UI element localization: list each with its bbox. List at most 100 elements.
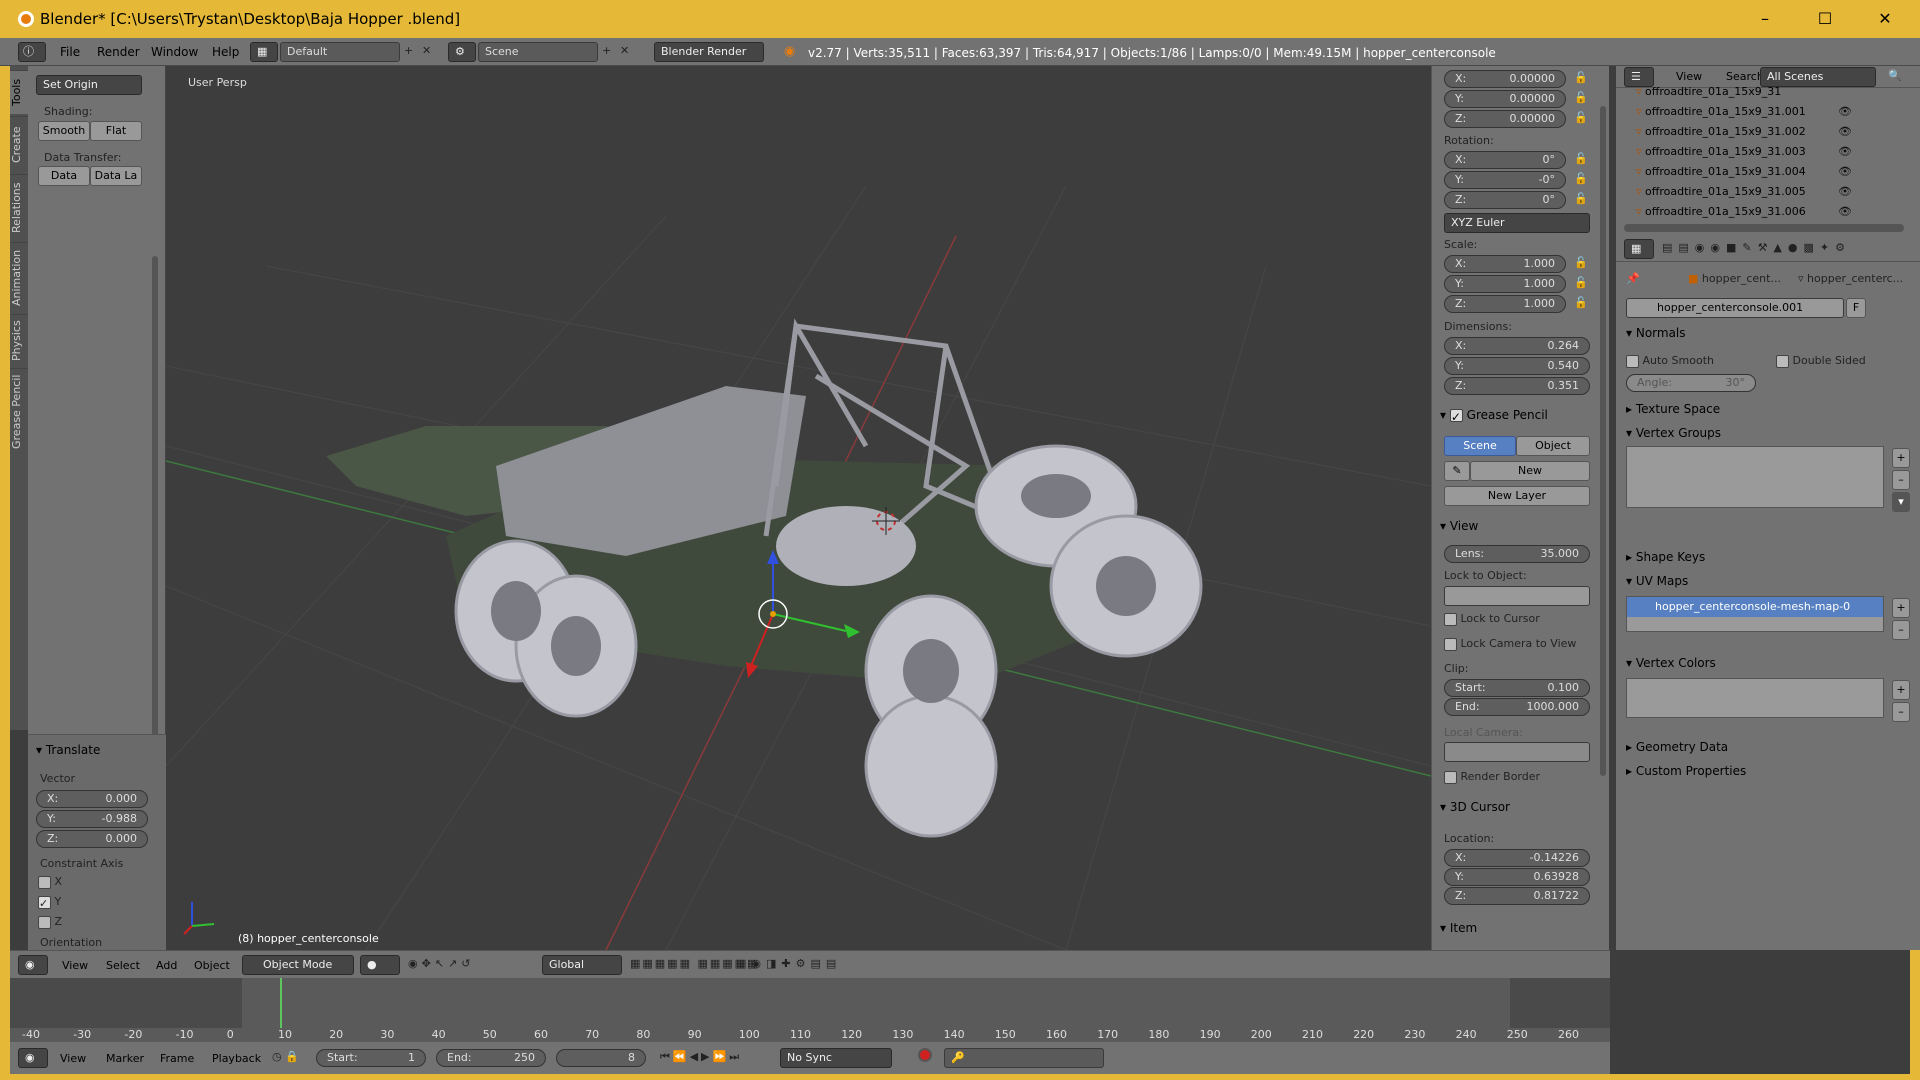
uv-maps-header[interactable]: ▾ UV Maps <box>1626 574 1688 588</box>
viewport-editor-icon[interactable]: ◉ <box>18 955 48 975</box>
outliner-row[interactable]: ▿ offroadtire_01a_15x9_31.006 <box>1636 202 1806 222</box>
smooth-button[interactable]: Smooth <box>38 121 90 141</box>
cursor-x-field[interactable]: X: -0.14226 <box>1444 849 1590 867</box>
location-z-field[interactable]: Z: 0.00000 <box>1444 110 1566 128</box>
timeline-menu-frame[interactable]: Frame <box>160 1052 194 1065</box>
outliner-row[interactable]: ▿ offroadtire_01a_15x9_31.005 <box>1636 182 1806 202</box>
gp-pencil-icon[interactable]: ✎ <box>1444 461 1470 481</box>
tab-create[interactable]: Create <box>10 116 28 172</box>
viewport-menu-add[interactable]: Add <box>156 959 177 972</box>
vertex-groups-header[interactable]: ▾ Vertex Groups <box>1626 426 1721 440</box>
uv-map-item[interactable]: hopper_centerconsole-mesh-map-0 <box>1627 597 1883 617</box>
menu-file[interactable]: File <box>60 45 80 59</box>
vertex-groups-list[interactable] <box>1626 446 1884 508</box>
set-origin-select[interactable]: Set Origin <box>36 75 142 95</box>
auto-smooth-box[interactable] <box>1626 354 1639 368</box>
add-scene-icon[interactable]: + <box>602 44 611 57</box>
tab-physics[interactable]: Physics <box>10 314 28 366</box>
rotation-z-field[interactable]: Z: 0° <box>1444 191 1566 209</box>
remove-vertex-color-button[interactable]: – <box>1892 702 1910 722</box>
outliner-row[interactable]: ▿ offroadtire_01a_15x9_31.001 <box>1636 102 1806 122</box>
properties-editor-icon[interactable]: ▦ <box>1624 239 1654 259</box>
preview-range-icon[interactable]: ◷ 🔒 <box>272 1050 299 1063</box>
timeline-menu-view[interactable]: View <box>60 1052 86 1065</box>
location-y-field[interactable]: Y: 0.00000 <box>1444 90 1566 108</box>
viewport-menu-object[interactable]: Object <box>194 959 230 972</box>
maximize-button[interactable]: ☐ <box>1802 6 1848 32</box>
3d-cursor-header[interactable]: ▾ 3D Cursor <box>1440 800 1510 814</box>
constraint-z-box[interactable] <box>38 915 51 929</box>
render-engine-select[interactable]: Blender Render <box>654 42 764 62</box>
outliner-row[interactable]: ▿ offroadtire_01a_15x9_31.002 <box>1636 122 1806 142</box>
outliner-row[interactable]: ▿ offroadtire_01a_15x9_31.003 <box>1636 142 1806 162</box>
menu-render[interactable]: Render <box>97 45 140 59</box>
editor-type-info-icon[interactable]: ⓘ <box>18 42 46 62</box>
angle-field[interactable]: Angle: 30° <box>1626 374 1756 392</box>
dimension-x-field[interactable]: X: 0.264 <box>1444 337 1590 355</box>
gp-object-button[interactable]: Object <box>1516 436 1590 456</box>
data-button[interactable]: Data <box>38 166 90 186</box>
render-border-box[interactable] <box>1444 770 1457 784</box>
menu-window[interactable]: Window <box>151 45 198 59</box>
lock-camera-checkbox[interactable]: Lock Camera to View <box>1444 637 1576 651</box>
lock-to-cursor-checkbox[interactable]: Lock to Cursor <box>1444 612 1540 626</box>
add-vertex-color-button[interactable]: + <box>1892 680 1910 700</box>
dimension-z-field[interactable]: Z: 0.351 <box>1444 377 1590 395</box>
lock-rotation-z-icon[interactable]: 🔓 <box>1574 192 1588 205</box>
lock-location-z-icon[interactable]: 🔓 <box>1574 111 1588 124</box>
lens-field[interactable]: Lens: 35.000 <box>1444 545 1590 563</box>
fake-user-button[interactable]: F <box>1846 298 1866 318</box>
timeline-area[interactable]: -40 -30 -20 -10 0 10 20 30 40 50 60 70 80 90 100 110 120… <box>10 978 1610 1042</box>
mesh-name-field[interactable]: hopper_centerconsole.001 <box>1626 298 1844 318</box>
translate-header[interactable]: ▾ Translate <box>36 743 100 757</box>
clip-end-field[interactable]: End: 1000.000 <box>1444 698 1590 716</box>
transform-orientation-select[interactable]: Global <box>542 955 622 975</box>
properties-context-tabs[interactable]: ▤▤◉◉■✎⚒▲●▩✦⚙ <box>1662 241 1851 254</box>
vector-x-field[interactable]: X: 0.000 <box>36 790 148 808</box>
geometry-data-header[interactable]: ▸ Geometry Data <box>1626 740 1728 754</box>
lock-location-x-icon[interactable]: 🔓 <box>1574 71 1588 84</box>
scene-field[interactable]: Scene <box>478 42 598 62</box>
double-sided-checkbox[interactable]: Double Sided <box>1776 354 1866 368</box>
close-button[interactable]: ✕ <box>1862 6 1908 32</box>
end-frame-field[interactable]: End: 250 <box>436 1049 546 1067</box>
outliner-row[interactable]: ▿ offroadtire_01a_15x9_31 <box>1636 82 1781 102</box>
custom-properties-header[interactable]: ▸ Custom Properties <box>1626 764 1746 778</box>
viewport-shading-select[interactable]: ● <box>360 955 400 975</box>
constraint-z-checkbox[interactable]: Z <box>38 915 62 929</box>
keying-set-field[interactable]: 🔑 <box>944 1048 1104 1068</box>
clip-start-field[interactable]: Start: 0.100 <box>1444 679 1590 697</box>
breadcrumb-mesh[interactable]: ▿ hopper_centerc... <box>1798 272 1903 285</box>
texture-space-header[interactable]: ▸ Texture Space <box>1626 402 1720 416</box>
timeline-editor-icon[interactable]: ◉ <box>18 1048 48 1068</box>
tab-relations[interactable]: Relations <box>10 174 28 240</box>
lock-to-object-field[interactable] <box>1444 586 1590 606</box>
lock-rotation-y-icon[interactable]: 🔓 <box>1574 172 1588 185</box>
data-layout-button[interactable]: Data La <box>90 166 142 186</box>
shape-keys-header[interactable]: ▸ Shape Keys <box>1626 550 1705 564</box>
tab-animation[interactable]: Animation <box>10 242 28 312</box>
interaction-mode-select[interactable]: Object Mode <box>242 955 354 975</box>
lock-rotation-x-icon[interactable]: 🔓 <box>1574 152 1588 165</box>
3d-viewport[interactable]: User Persp (8) hopper_centerconsole <box>166 66 1431 950</box>
scale-y-field[interactable]: Y: 1.000 <box>1444 275 1566 293</box>
screen-layout-icon[interactable]: ▦ <box>250 42 278 62</box>
grease-pencil-header[interactable]: ▾ ✓ Grease Pencil <box>1440 408 1548 424</box>
dimension-y-field[interactable]: Y: 0.540 <box>1444 357 1590 375</box>
tab-grease-pencil[interactable]: Grease Pencil <box>10 368 28 454</box>
visibility-eye-icon[interactable]: 👁 👁 👁 👁 👁 👁 <box>1838 102 1852 222</box>
double-sided-box[interactable] <box>1776 354 1789 368</box>
lock-to-cursor-box[interactable] <box>1444 612 1457 626</box>
breadcrumb-object[interactable]: ■ hopper_cent... <box>1688 272 1781 285</box>
outliner-row[interactable]: ▿ offroadtire_01a_15x9_31.004 <box>1636 162 1806 182</box>
pin-icon[interactable]: 📌 <box>1626 272 1640 285</box>
lock-scale-x-icon[interactable]: 🔓 <box>1574 256 1588 269</box>
playback-controls[interactable]: ⏮⏪◀▶⏩⏭ <box>660 1050 742 1064</box>
constraint-y-box[interactable]: ✓ <box>38 895 51 910</box>
rotation-mode-select[interactable]: XYZ Euler <box>1444 213 1590 233</box>
outliner-scrollbar[interactable] <box>1624 224 1904 232</box>
timeline-menu-playback[interactable]: Playback <box>212 1052 261 1065</box>
snap-and-render-icons[interactable]: ▦◉◨✚⚙▤▤ <box>736 957 841 970</box>
pivot-and-manipulator-icons[interactable]: ◉✥↖↗↺ <box>408 957 474 970</box>
remove-scene-icon[interactable]: ✕ <box>620 44 629 57</box>
